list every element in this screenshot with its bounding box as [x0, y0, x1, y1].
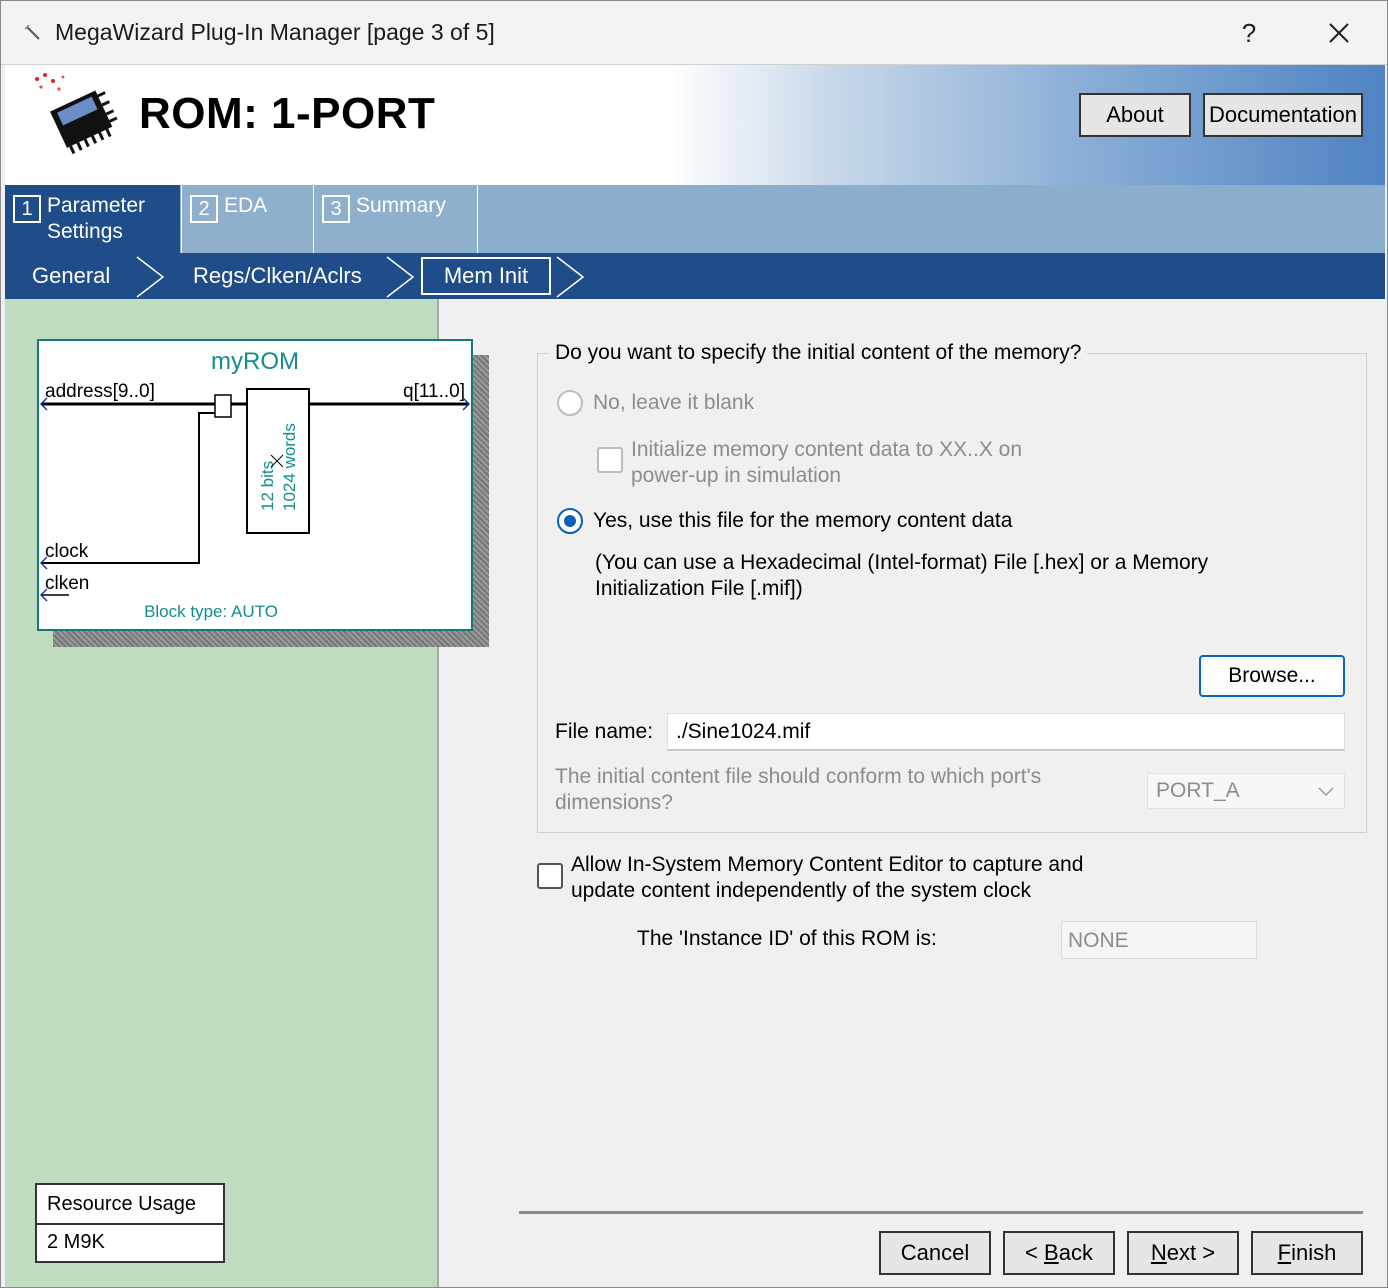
radio-yes-use-file[interactable]	[557, 508, 583, 534]
rom-symbol-diagram: myROM address[9..0] q[11..0] 12 bits 102…	[39, 348, 471, 621]
radio-yes-label: Yes, use this file for the memory conten…	[593, 509, 1013, 532]
tab-eda[interactable]: 2 EDA	[181, 185, 314, 253]
title-bar: MegaWizard Plug-In Manager [page 3 of 5]…	[1, 1, 1387, 65]
ismce-checkbox[interactable]	[537, 863, 563, 889]
subnav-regs-clken-aclrs[interactable]: Regs/Clken/Aclrs	[193, 263, 362, 289]
instance-id-field[interactable]: NONE	[1061, 921, 1257, 959]
resource-usage-header: Resource Usage	[37, 1185, 223, 1225]
wizard-window: MegaWizard Plug-In Manager [page 3 of 5]…	[0, 0, 1388, 1288]
init-xx-label-line1: Initialize memory content data to XX..X …	[631, 438, 1023, 461]
tab-parameter-settings[interactable]: 1 Parameter Settings	[5, 185, 180, 253]
port-clken-label: clken	[45, 573, 89, 594]
subpage-nav: General Regs/Clken/Aclrs Mem Init	[5, 253, 1385, 299]
tab-number: 1	[13, 195, 41, 223]
mem-init-question: Do you want to specify the initial conte…	[549, 341, 1088, 365]
megawizard-chip-icon	[35, 73, 118, 155]
subnav-general[interactable]: General	[32, 263, 110, 289]
file-format-hint-line2: Initialization File [.mif])	[595, 577, 803, 600]
file-name-input[interactable]: ./Sine1024.mif	[667, 713, 1345, 751]
init-xx-checkbox[interactable]	[597, 447, 623, 473]
chevron-right-icon	[556, 256, 585, 298]
page-title: ROM: 1-PORT	[139, 89, 436, 138]
symbol-name: myROM	[211, 348, 299, 375]
port-question-line1: The initial content file should conform …	[555, 765, 1042, 788]
next-button[interactable]: Next >	[1127, 1231, 1239, 1275]
header-banner: ROM: 1-PORT About Documentation	[5, 65, 1385, 185]
port-question-line2: dimensions?	[555, 791, 673, 814]
init-xx-label-line2: power-up in simulation	[631, 464, 842, 487]
tab-label: Summary	[356, 194, 446, 217]
ismce-label-line1: Allow In-System Memory Content Editor to…	[571, 853, 1084, 876]
tab-number: 2	[190, 195, 218, 223]
tab-label: EDA	[224, 194, 268, 217]
finish-button[interactable]: Finish	[1251, 1231, 1363, 1275]
file-name-label: File name:	[555, 720, 654, 743]
block-type-label: Block type: AUTO	[144, 602, 278, 621]
window-title: MegaWizard Plug-In Manager [page 3 of 5]	[55, 19, 495, 45]
about-button[interactable]: About	[1079, 93, 1191, 137]
port-clock-label: clock	[45, 541, 89, 562]
subnav-mem-init[interactable]: Mem Init	[421, 257, 551, 295]
radio-no-leave-blank[interactable]	[557, 390, 583, 416]
memory-width-label: 12 bits	[258, 461, 277, 511]
help-button[interactable]: ?	[1229, 13, 1269, 53]
browse-button[interactable]: Browse...	[1199, 655, 1345, 697]
radio-no-label: No, leave it blank	[593, 391, 755, 414]
tab-strip: 1 Parameter Settings 2 EDA 3 Summary	[5, 185, 1385, 253]
tab-label: Parameter Settings	[47, 194, 146, 243]
resource-usage-value: 2 M9K	[47, 1231, 105, 1253]
port-dropdown-value: PORT_A	[1156, 779, 1240, 802]
chevron-right-icon	[136, 256, 165, 298]
file-format-hint-line1: (You can use a Hexadecimal (Intel-format…	[595, 551, 1209, 574]
tab-summary[interactable]: 3 Summary	[314, 185, 478, 253]
cancel-button[interactable]: Cancel	[879, 1231, 991, 1275]
instance-id-label: The 'Instance ID' of this ROM is:	[637, 927, 937, 950]
memory-block	[246, 388, 310, 534]
port-q-label: q[11..0]	[403, 381, 465, 402]
ismce-label-line2: update content independently of the syst…	[571, 879, 1031, 902]
chevron-down-icon	[1318, 787, 1334, 797]
rom-symbol: myROM address[9..0] q[11..0] 12 bits 102…	[37, 339, 473, 631]
address-register	[214, 394, 232, 418]
chevron-right-icon	[386, 256, 415, 298]
resource-usage-table: Resource Usage 2 M9K	[35, 1183, 225, 1263]
wand-icon	[24, 24, 40, 40]
documentation-button[interactable]: Documentation	[1203, 93, 1363, 137]
tab-number: 3	[322, 195, 350, 223]
close-icon[interactable]	[1319, 13, 1359, 53]
back-button[interactable]: < Back	[1003, 1231, 1115, 1275]
footer-separator	[519, 1211, 1363, 1214]
symbol-panel: myROM address[9..0] q[11..0] 12 bits 102…	[5, 299, 489, 1287]
port-address-label: address[9..0]	[45, 381, 155, 402]
port-dropdown[interactable]: PORT_A	[1147, 773, 1345, 809]
